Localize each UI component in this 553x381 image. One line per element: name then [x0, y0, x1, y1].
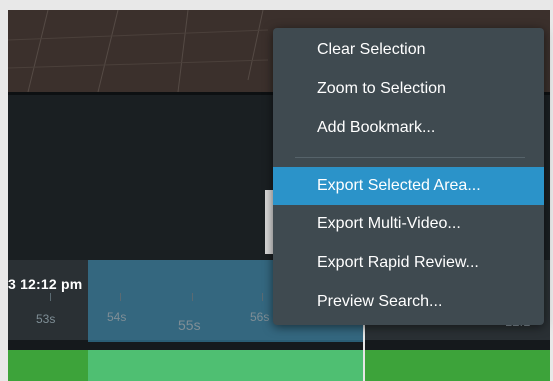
menu-item-add-bookmark[interactable]: Add Bookmark...: [273, 109, 544, 147]
timeline-tick: [120, 293, 121, 301]
menu-item-clear-selection[interactable]: Clear Selection: [273, 31, 544, 69]
timeline-tick: [50, 293, 51, 301]
timeline-tick: [192, 293, 193, 301]
timeline-tick-label: 54s: [107, 310, 127, 324]
menu-item-preview-search[interactable]: Preview Search...: [273, 283, 544, 321]
timeline-tick-label: 53s: [36, 312, 56, 326]
menu-item-export-multi-video[interactable]: Export Multi-Video...: [273, 205, 544, 243]
context-menu: Clear Selection Zoom to Selection Add Bo…: [273, 28, 544, 325]
timeline-tick-label: 56s: [250, 310, 270, 324]
menu-item-zoom-to-selection[interactable]: Zoom to Selection: [273, 70, 544, 108]
menu-item-export-selected-area[interactable]: Export Selected Area...: [273, 167, 544, 205]
timeline-timestamp: 3 12:12 pm: [8, 276, 83, 292]
menu-separator: [295, 157, 525, 158]
recording-bar-selection: [88, 350, 363, 381]
timeline-tick-label: 55s: [178, 317, 201, 333]
timeline-tick: [262, 293, 263, 301]
menu-item-export-rapid-review[interactable]: Export Rapid Review...: [273, 244, 544, 282]
